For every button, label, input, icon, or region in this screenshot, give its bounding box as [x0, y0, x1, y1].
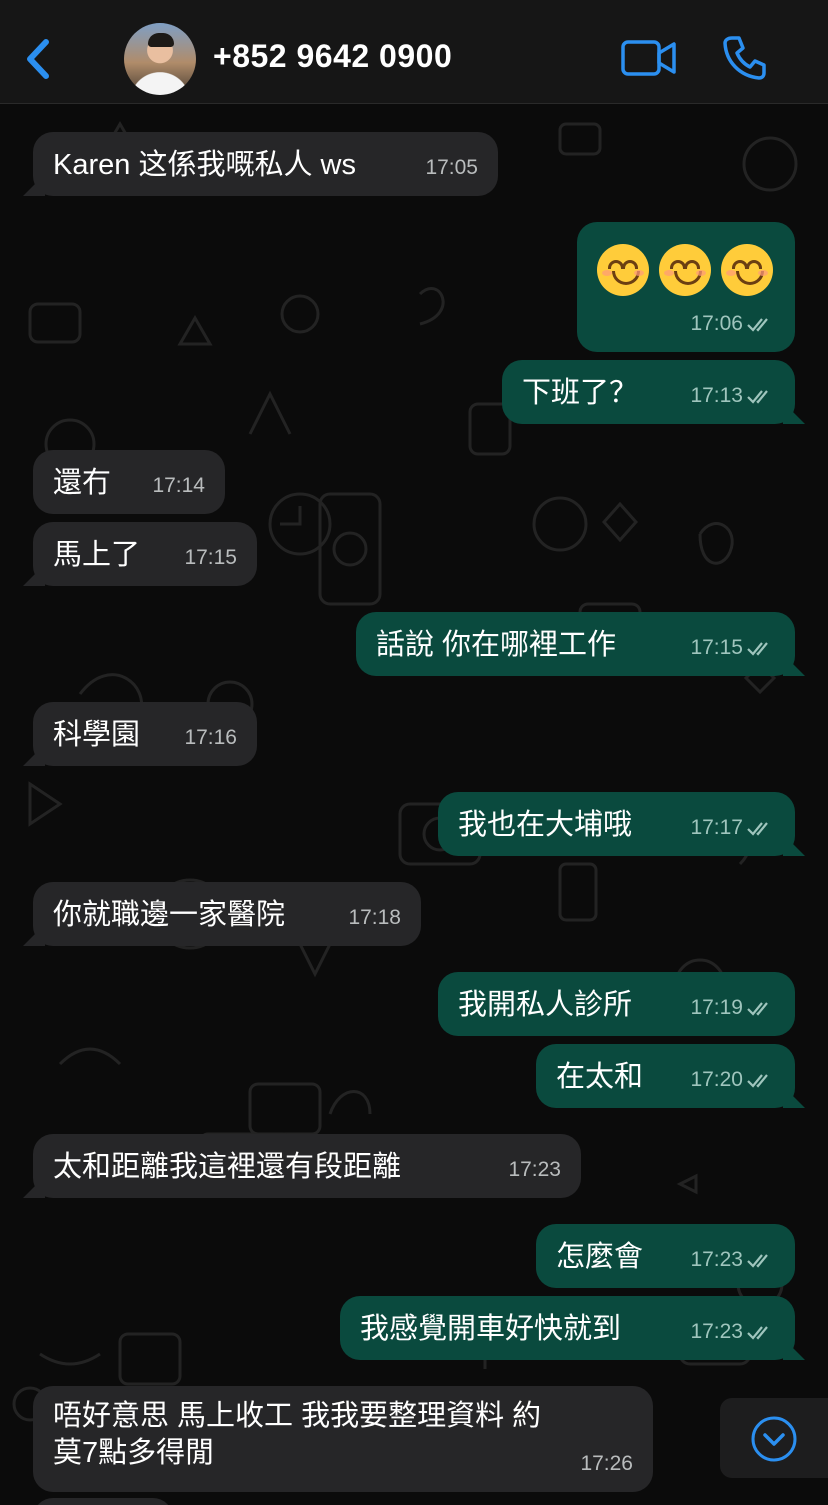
message-bubble-outgoing[interactable]: 我開私人診所 17:19	[438, 972, 795, 1036]
message-text: 我感覺開車好快就到	[360, 1313, 622, 1345]
message-time-text: 17:14	[152, 474, 205, 497]
message-text: 我開私人診所	[458, 989, 633, 1021]
message-time-text: 17:23	[690, 1248, 743, 1271]
message-text: 怎麼會	[556, 1241, 644, 1273]
message-time-text: 17:23	[508, 1158, 561, 1181]
message-text-line: 莫7點多得閒	[53, 1437, 215, 1469]
message-time-text: 17:26	[580, 1452, 633, 1475]
message-bubble-outgoing[interactable]: 話說 你在哪裡工作 17:15	[356, 612, 795, 676]
video-camera-icon[interactable]	[620, 38, 678, 78]
message-text: 在太和	[556, 1061, 644, 1093]
message-meta: 17:23	[690, 1242, 775, 1278]
message-time-text: 17:15	[690, 636, 743, 659]
message-meta: 17:06	[690, 306, 775, 342]
chevron-down-circle-icon	[751, 1416, 797, 1462]
message-bubble-incoming[interactable]: 唔好意思 馬上收工 我我要整理資料 約 莫7點多得閒 17:26	[33, 1386, 653, 1492]
double-check-icon	[747, 822, 768, 836]
message-bubble-outgoing[interactable]: 17:06	[577, 222, 795, 352]
message-bubble-incoming[interactable]: 你就職邊一家醫院 17:18	[33, 882, 421, 946]
message-time-text: 17:17	[690, 816, 743, 839]
chevron-left-icon[interactable]	[22, 36, 56, 82]
message-time: 17:14	[152, 468, 205, 504]
message-text: 話說 你在哪裡工作	[376, 629, 617, 661]
message-meta: 17:15	[690, 630, 775, 666]
message-time-text: 17:05	[425, 156, 478, 179]
message-text: 科學園	[53, 719, 141, 751]
double-check-icon	[747, 1326, 768, 1340]
message-time: 17:05	[425, 150, 478, 186]
message-bubble-incoming[interactable]: Karen 这係我嘅私人 ws 17:05	[33, 132, 498, 196]
message-time-text: 17:16	[184, 726, 237, 749]
double-check-icon	[747, 1074, 768, 1088]
message-time: 17:18	[348, 900, 401, 936]
message-text: 太和距離我這裡還有段距離	[53, 1151, 402, 1183]
message-time: 17:23	[508, 1152, 561, 1188]
message-meta: 17:13	[690, 378, 775, 414]
message-bubble-incoming-partial[interactable]	[33, 1498, 173, 1505]
message-text: Karen 这係我嘅私人 ws	[53, 149, 356, 181]
message-time-text: 17:06	[690, 312, 743, 335]
message-text-line: 唔好意思 馬上收工 我我要整理資料 約	[53, 1400, 542, 1432]
message-bubble-incoming[interactable]: 還冇 17:14	[33, 450, 225, 514]
chat-header: +852 9642 0900	[0, 0, 828, 104]
message-meta: 17:23	[690, 1314, 775, 1350]
double-check-icon	[747, 318, 768, 332]
message-time: 17:26	[580, 1445, 633, 1482]
chat-area[interactable]: Karen 这係我嘅私人 ws 17:05 17:06 下班了？ 17:13 還…	[0, 104, 828, 1505]
scroll-to-bottom-button[interactable]	[720, 1398, 828, 1478]
message-time-text: 17:20	[690, 1068, 743, 1091]
message-bubble-incoming[interactable]: 太和距離我這裡還有段距離 17:23	[33, 1134, 581, 1198]
message-text: 馬上了	[53, 539, 141, 571]
message-text: 還冇	[53, 467, 112, 499]
message-meta: 17:19	[690, 990, 775, 1026]
double-check-icon	[747, 642, 768, 656]
message-time: 17:16	[184, 720, 237, 756]
double-check-icon	[747, 390, 768, 404]
double-check-icon	[747, 1002, 768, 1016]
message-text: 我也在大埔哦	[458, 809, 633, 841]
message-bubble-outgoing[interactable]: 下班了？ 17:13	[502, 360, 795, 424]
contact-name[interactable]: +852 9642 0900	[213, 38, 452, 75]
message-time-text: 17:23	[690, 1320, 743, 1343]
message-time-text: 17:13	[690, 384, 743, 407]
message-bubble-incoming[interactable]: 馬上了 17:15	[33, 522, 257, 586]
message-time-text: 17:19	[690, 996, 743, 1019]
message-bubble-outgoing[interactable]: 怎麼會 17:23	[536, 1224, 795, 1288]
message-time: 17:15	[184, 540, 237, 576]
message-time-text: 17:15	[184, 546, 237, 569]
smiling-face-emoji-icon	[721, 244, 773, 296]
message-text: 你就職邊一家醫院	[53, 899, 286, 931]
message-bubble-outgoing[interactable]: 在太和 17:20	[536, 1044, 795, 1108]
message-text: 下班了？	[522, 377, 639, 409]
double-check-icon	[747, 1254, 768, 1268]
smiling-face-emoji-icon	[659, 244, 711, 296]
message-meta: 17:17	[690, 810, 775, 846]
message-bubble-outgoing[interactable]: 我也在大埔哦 17:17	[438, 792, 795, 856]
message-time-text: 17:18	[348, 906, 401, 929]
message-bubble-outgoing[interactable]: 我感覺開車好快就到 17:23	[340, 1296, 795, 1360]
avatar[interactable]	[124, 23, 196, 95]
message-bubble-incoming[interactable]: 科學園 17:16	[33, 702, 257, 766]
smiling-face-emoji-icon	[597, 244, 649, 296]
phone-icon[interactable]	[722, 34, 768, 80]
message-meta: 17:20	[690, 1062, 775, 1098]
